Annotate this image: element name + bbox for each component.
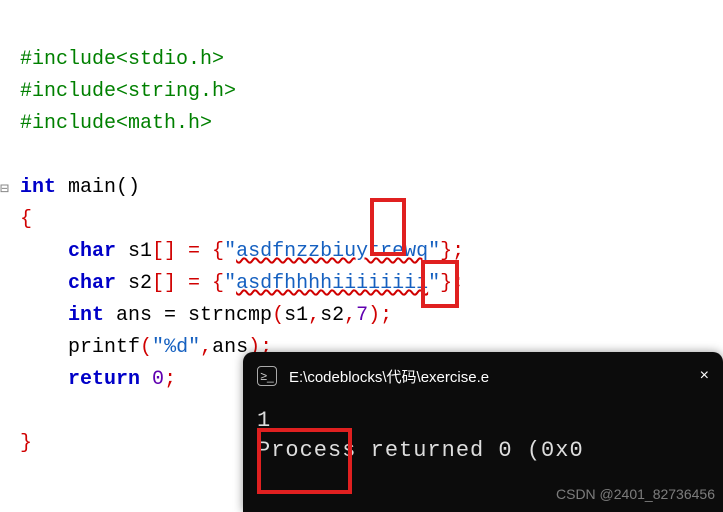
decl-s2: char s2[] = {"asdfhhhhiiiiiiii"};	[20, 272, 464, 295]
decl-s1: char s1[] = {"asdfnzzbiuytrewq"};	[20, 240, 464, 263]
return-stmt: return 0;	[20, 368, 176, 391]
main-signature: int main()	[20, 176, 140, 199]
console-titlebar[interactable]: ≥_ E:\codeblocks\代码\exercise.e ×	[243, 352, 723, 400]
decl-ans: int ans = strncmp(s1,s2,7);	[20, 304, 392, 327]
close-icon[interactable]: ×	[700, 367, 709, 385]
brace-open: {	[20, 208, 32, 231]
fold-icon[interactable]: ⊟	[0, 174, 9, 206]
console-output: 1 Process returned 0 (0x0	[243, 400, 723, 472]
blank-line	[20, 144, 32, 167]
include-directive: #include<math.h>	[20, 112, 212, 135]
watermark-text: CSDN @2401_82736456	[556, 486, 715, 502]
brace-close: }	[20, 432, 32, 455]
blank-line	[20, 400, 32, 423]
include-directive: #include<stdio.h>	[20, 48, 224, 71]
printf-call: printf("%d",ans);	[20, 336, 272, 359]
output-line: 1	[257, 406, 709, 436]
output-line: Process returned 0 (0x0	[257, 436, 709, 466]
console-window[interactable]: ≥_ E:\codeblocks\代码\exercise.e × 1 Proce…	[243, 352, 723, 512]
include-directive: #include<string.h>	[20, 80, 236, 103]
console-title: E:\codeblocks\代码\exercise.e	[289, 366, 688, 387]
terminal-icon: ≥_	[257, 366, 277, 386]
